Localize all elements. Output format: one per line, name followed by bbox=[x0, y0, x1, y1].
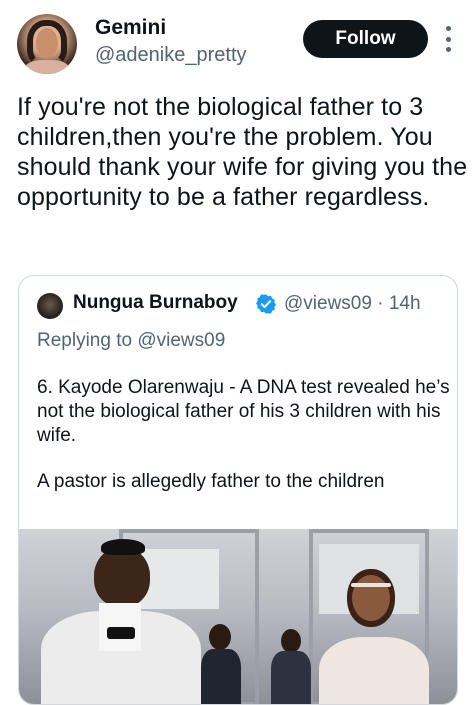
tweet-text: If you're not the biological father to 3… bbox=[17, 93, 475, 211]
author-handle[interactable]: @adenike_pretty bbox=[95, 44, 247, 67]
replying-to: Replying to @views09 bbox=[37, 330, 225, 352]
replying-prefix: Replying to bbox=[37, 330, 138, 351]
quoted-display-name: Nungua Burnaboy bbox=[73, 292, 238, 313]
author-avatar[interactable] bbox=[17, 14, 77, 74]
quoted-author-avatar bbox=[37, 293, 63, 319]
avatar-shirt bbox=[25, 60, 69, 74]
quoted-paragraph: A pastor is allegedly father to the chil… bbox=[37, 471, 385, 492]
photo-man bbox=[94, 547, 150, 607]
follow-button[interactable]: Follow bbox=[303, 20, 428, 58]
quoted-handle-time: @views09 · 14h bbox=[284, 293, 421, 314]
quoted-paragraph: 6. Kayode Olarenwaju - A DNA test reveal… bbox=[37, 377, 450, 446]
quoted-media-photo[interactable] bbox=[19, 529, 457, 704]
quoted-text: 6. Kayode Olarenwaju - A DNA test reveal… bbox=[37, 376, 452, 494]
verified-badge-icon bbox=[256, 294, 276, 314]
replying-handle-link[interactable]: @views09 bbox=[137, 330, 225, 351]
avatar-face bbox=[36, 28, 58, 58]
more-options-icon[interactable] bbox=[441, 22, 455, 56]
tweet-header: Gemini @adenike_pretty Follow bbox=[0, 0, 475, 80]
quoted-tweet[interactable]: Nungua Burnaboy @views09 · 14h Replying … bbox=[18, 275, 458, 705]
author-display-name[interactable]: Gemini bbox=[95, 16, 166, 40]
